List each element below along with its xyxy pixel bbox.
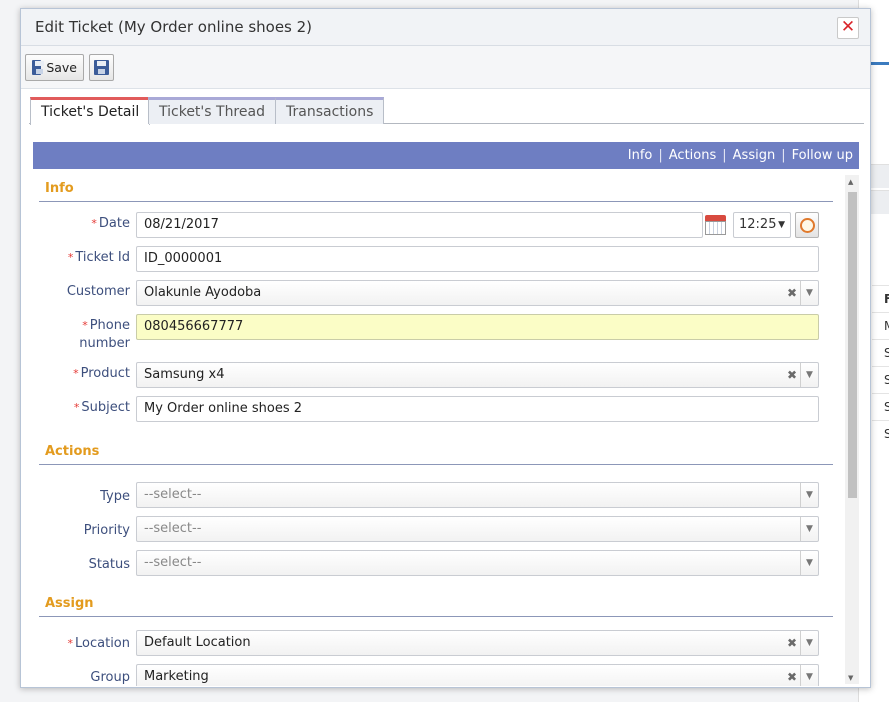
clock-icon xyxy=(800,218,815,233)
background-table-row[interactable]: S xyxy=(872,393,889,420)
section-title: Info xyxy=(45,181,74,196)
nav-separator: | xyxy=(722,148,727,163)
background-table-row[interactable]: M xyxy=(872,312,889,339)
group-label: Group xyxy=(90,670,130,685)
tab-bar: Ticket's Detail Ticket's Thread Transact… xyxy=(29,96,864,125)
phone-number-field[interactable]: 080456667777 xyxy=(136,314,819,340)
product-value: Samsung x4 xyxy=(144,367,225,382)
priority-label: Priority xyxy=(83,523,130,538)
save-and-close-icon xyxy=(94,60,109,75)
clear-icon[interactable]: ✖ xyxy=(787,665,797,686)
subject-label: * Subject xyxy=(73,400,130,415)
chevron-down-icon[interactable]: ▼ xyxy=(800,363,818,387)
status-select[interactable]: --select-- ▼ xyxy=(136,550,819,576)
product-label: * Product xyxy=(73,366,130,381)
location-label: * Location xyxy=(67,636,130,651)
group-select[interactable]: Marketing ✖ ▼ xyxy=(136,664,819,686)
ticket-id-field[interactable]: ID_0000001 xyxy=(136,246,819,272)
chevron-down-icon[interactable]: ▼ xyxy=(800,631,818,655)
section-info-header: Info xyxy=(39,176,833,202)
status-placeholder: --select-- xyxy=(144,555,202,570)
nav-separator: | xyxy=(781,148,786,163)
section-assign-header: Assign xyxy=(39,591,833,617)
dialog-title: Edit Ticket (My Order online shoes 2) xyxy=(35,18,313,36)
scroll-up-icon[interactable]: ▲ xyxy=(848,178,853,186)
date-label: * Date xyxy=(91,216,130,231)
nav-link-info[interactable]: Info xyxy=(628,148,653,163)
chevron-down-icon[interactable]: ▼ xyxy=(800,551,818,575)
type-placeholder: --select-- xyxy=(144,487,202,502)
scroll-down-icon[interactable]: ▼ xyxy=(848,674,853,682)
chevron-down-icon[interactable]: ▼ xyxy=(800,281,818,305)
scrollbar-thumb[interactable] xyxy=(848,192,857,498)
tab-tickets-detail[interactable]: Ticket's Detail xyxy=(30,97,151,125)
location-value: Default Location xyxy=(144,635,251,650)
save-button[interactable]: Save xyxy=(25,54,84,81)
clear-icon[interactable]: ✖ xyxy=(787,631,797,655)
floppy-disk-icon xyxy=(32,60,45,75)
toolbar: Save xyxy=(21,46,870,89)
section-nav-bar: Info | Actions | Assign | Follow up xyxy=(33,142,859,169)
date-field[interactable]: 08/21/2017 xyxy=(136,212,703,238)
customer-select[interactable]: Olakunle Ayodoba ✖ ▼ xyxy=(136,280,819,306)
group-value: Marketing xyxy=(144,669,209,684)
close-icon: ✕ xyxy=(840,17,856,37)
priority-placeholder: --select-- xyxy=(144,521,202,536)
tab-transactions[interactable]: Transactions xyxy=(275,97,385,124)
tab-tickets-thread[interactable]: Ticket's Thread xyxy=(148,97,276,124)
background-table-row[interactable]: S xyxy=(872,366,889,393)
customer-value: Olakunle Ayodoba xyxy=(144,285,262,300)
section-title: Actions xyxy=(45,444,100,459)
close-button[interactable]: ✕ xyxy=(837,17,859,39)
edit-ticket-dialog: Edit Ticket (My Order online shoes 2) ✕ … xyxy=(20,8,871,688)
vertical-scrollbar[interactable]: ▲ ▼ xyxy=(845,175,859,684)
save-and-close-button[interactable] xyxy=(89,54,114,81)
type-label: Type xyxy=(100,489,130,504)
background-table-row[interactable]: S xyxy=(872,339,889,366)
clock-button[interactable] xyxy=(795,212,819,238)
nav-link-assign[interactable]: Assign xyxy=(733,148,776,163)
type-select[interactable]: --select-- ▼ xyxy=(136,482,819,508)
product-select[interactable]: Samsung x4 ✖ ▼ xyxy=(136,362,819,388)
nav-link-follow-up[interactable]: Follow up xyxy=(792,148,853,163)
priority-select[interactable]: --select-- ▼ xyxy=(136,516,819,542)
chevron-down-icon[interactable]: ▼ xyxy=(800,483,818,507)
background-table-row[interactable]: S xyxy=(872,420,889,447)
dialog-header: Edit Ticket (My Order online shoes 2) ✕ xyxy=(21,9,870,46)
time-select[interactable]: 12:25 ▼ xyxy=(733,212,791,238)
ticket-id-label: * Ticket Id xyxy=(67,250,130,265)
customer-label: Customer xyxy=(66,284,130,299)
background-table-header: F xyxy=(872,285,889,312)
form-content: Info * Date 08/21/2017 12:25 ▼ * Ticket Id … xyxy=(33,169,859,686)
status-label: Status xyxy=(88,557,130,572)
section-actions-header: Actions xyxy=(39,439,833,465)
subject-field[interactable]: My Order online shoes 2 xyxy=(136,396,819,422)
phone-number-label: * Phone number xyxy=(79,318,130,351)
nav-separator: | xyxy=(658,148,663,163)
nav-link-actions[interactable]: Actions xyxy=(669,148,717,163)
calendar-icon[interactable] xyxy=(704,213,727,237)
save-button-label: Save xyxy=(46,60,77,75)
chevron-down-icon[interactable]: ▼ xyxy=(800,665,818,686)
clear-icon[interactable]: ✖ xyxy=(787,363,797,387)
clear-icon[interactable]: ✖ xyxy=(787,281,797,305)
section-title: Assign xyxy=(45,596,94,611)
chevron-down-icon: ▼ xyxy=(778,220,785,230)
location-select[interactable]: Default Location ✖ ▼ xyxy=(136,630,819,656)
chevron-down-icon[interactable]: ▼ xyxy=(800,517,818,541)
